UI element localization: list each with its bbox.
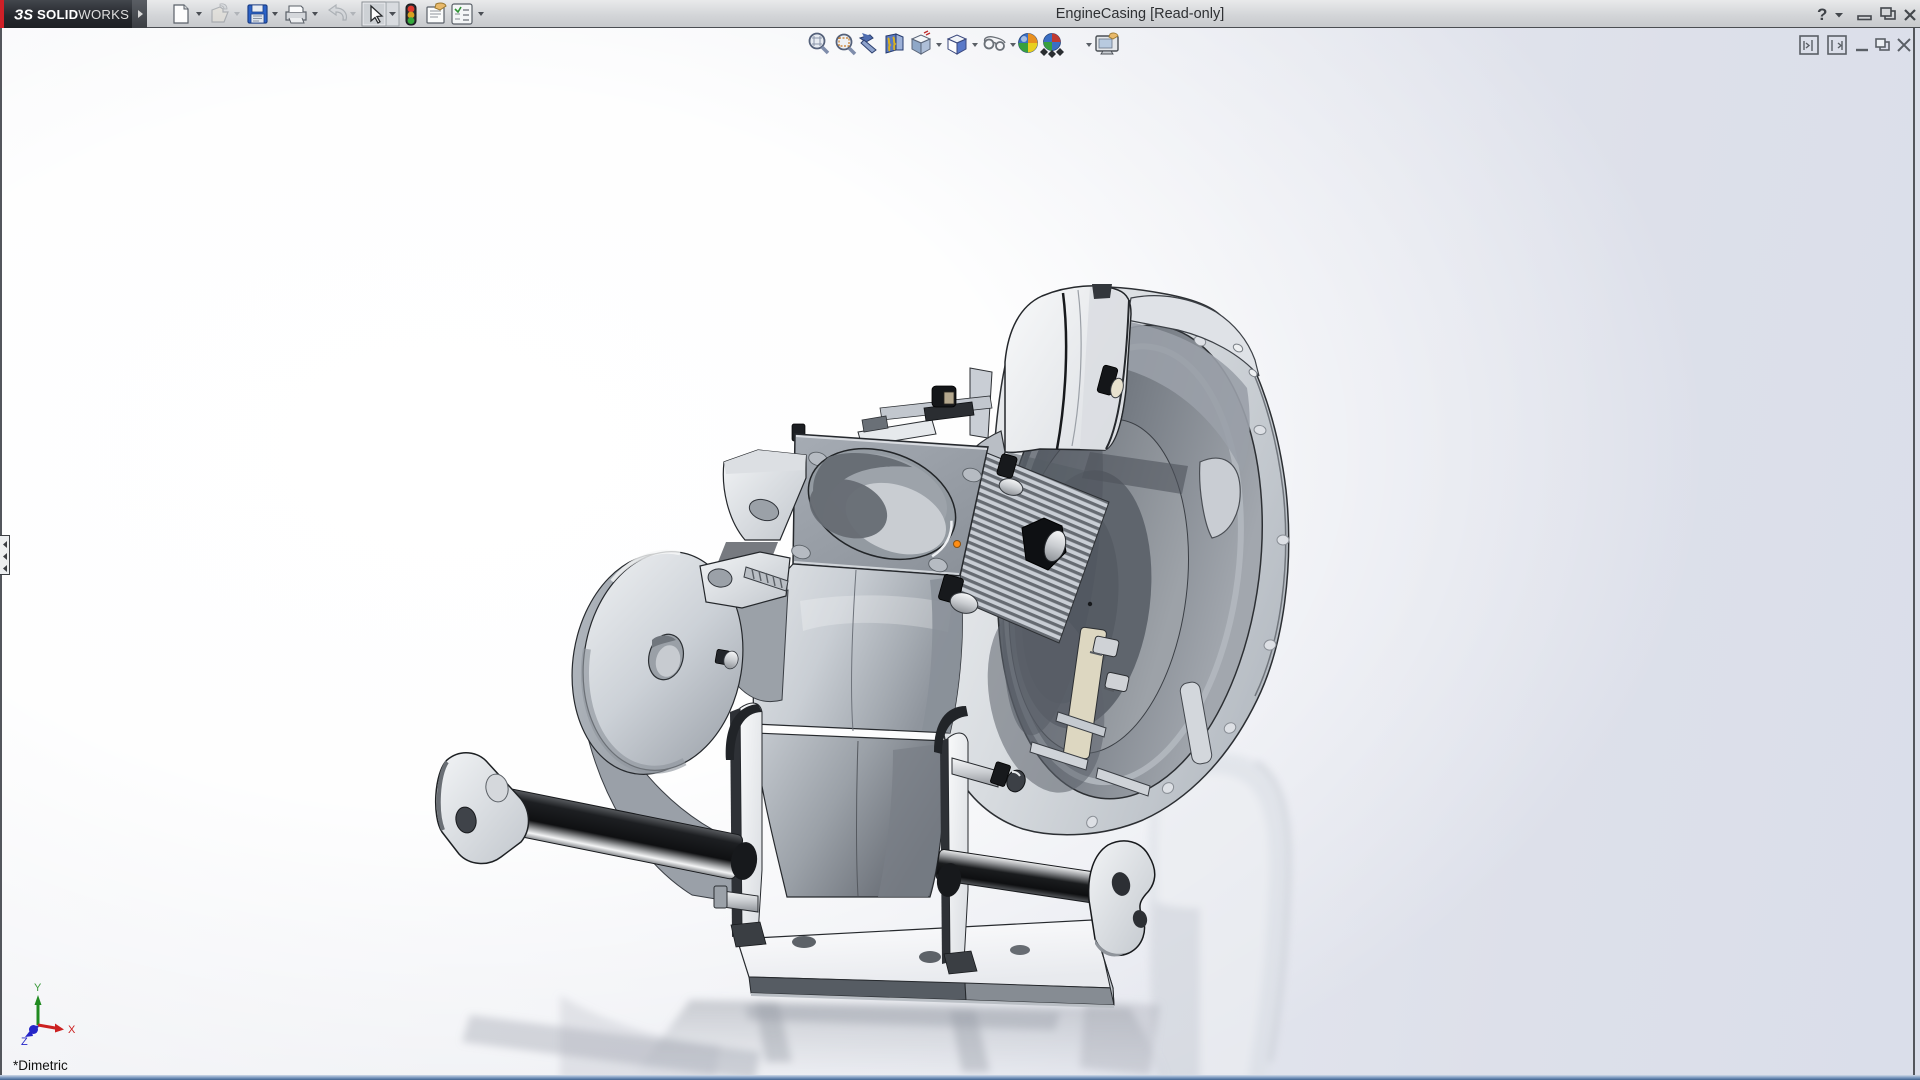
svg-text:Y: Y <box>34 982 42 994</box>
svg-text:ЗS: ЗS <box>14 8 33 24</box>
svg-text:Z: Z <box>21 1036 28 1048</box>
svg-text:SOLIDWORKS: SOLIDWORKS <box>37 7 129 22</box>
svg-text:X: X <box>68 1024 76 1036</box>
svg-text:?: ? <box>1817 5 1827 24</box>
